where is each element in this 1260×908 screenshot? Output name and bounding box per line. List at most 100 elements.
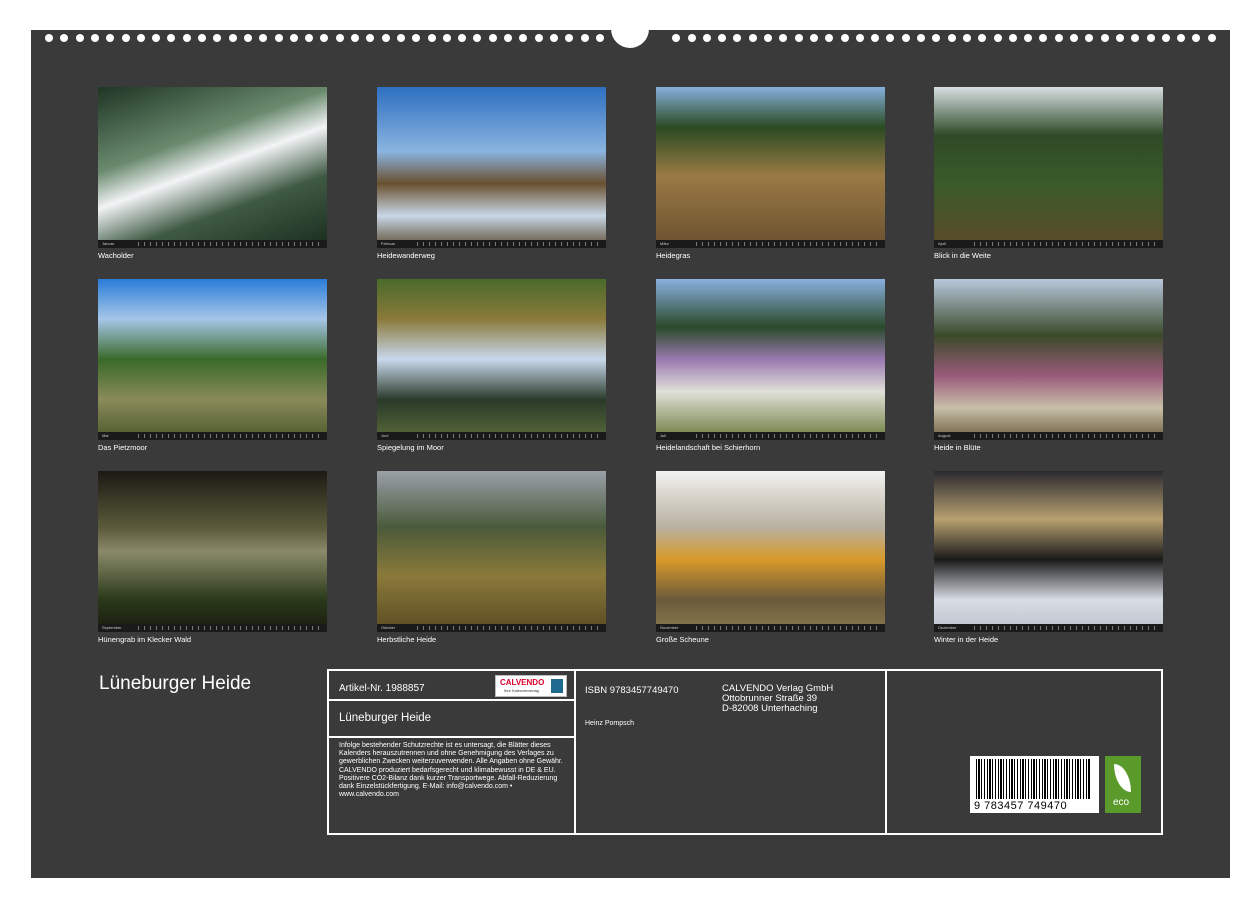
binding-hole	[779, 34, 787, 42]
day-ticks	[974, 242, 1157, 246]
month-strip: April	[934, 240, 1163, 248]
month-strip: Oktober	[377, 624, 606, 632]
month-label: März	[660, 241, 669, 246]
binding-hole	[275, 34, 283, 42]
binding-hole	[122, 34, 130, 42]
binding-hole	[76, 34, 84, 42]
binding-hole	[213, 34, 221, 42]
barcode: 9 783457 749470	[970, 756, 1099, 813]
month-strip: März	[656, 240, 885, 248]
binding-hole	[856, 34, 864, 42]
binding-hole	[351, 34, 359, 42]
photo-caption: Herbstliche Heide	[377, 635, 606, 644]
photo-caption: Heidelandschaft bei Schierhorn	[656, 443, 885, 452]
binding-hole	[1024, 34, 1032, 42]
month-label: Januar	[102, 241, 114, 246]
binding-hole	[137, 34, 145, 42]
binding-hole	[183, 34, 191, 42]
month-strip: August	[934, 432, 1163, 440]
calendar-photo: Juni	[377, 279, 606, 440]
binding-hole	[397, 34, 405, 42]
binding-hole	[978, 34, 986, 42]
binding-hole	[917, 34, 925, 42]
binding-hole	[91, 34, 99, 42]
binding-hole	[733, 34, 741, 42]
binding-hole	[320, 34, 328, 42]
publisher-address: CALVENDO Verlag GmbH Ottobrunner Straße …	[722, 684, 833, 714]
day-ticks	[417, 626, 600, 630]
binding-hole	[1009, 34, 1017, 42]
binding-hole	[366, 34, 374, 42]
binding-hole	[336, 34, 344, 42]
binding-hole	[45, 34, 53, 42]
photo-caption: Winter in der Heide	[934, 635, 1163, 644]
month-strip: September	[98, 624, 327, 632]
divider	[574, 671, 576, 833]
month-strip: Juni	[377, 432, 606, 440]
calendar-photo: April	[934, 87, 1163, 248]
photo-caption: Blick in die Weite	[934, 251, 1163, 260]
binding-hole	[581, 34, 589, 42]
binding-hole	[290, 34, 298, 42]
photo-caption: Das Pietzmoor	[98, 443, 327, 452]
calendar-photo: März	[656, 87, 885, 248]
photo-caption: Heidewanderweg	[377, 251, 606, 260]
photo-caption: Heidegras	[656, 251, 885, 260]
calvendo-logo: CALVENDO Ihre Kalenderverlag	[495, 675, 567, 697]
binding-hole	[428, 34, 436, 42]
binding-hole	[749, 34, 757, 42]
month-label: Februar	[381, 241, 395, 246]
divider	[329, 699, 574, 701]
binding-hole	[825, 34, 833, 42]
month-label: November	[660, 625, 678, 630]
divider	[329, 736, 574, 738]
logo-mark-icon	[551, 679, 563, 693]
month-label: Juni	[381, 433, 388, 438]
day-ticks	[974, 434, 1157, 438]
binding-hole	[810, 34, 818, 42]
day-ticks	[696, 242, 879, 246]
binding-hole	[535, 34, 543, 42]
isbn: ISBN 9783457749470	[585, 685, 679, 696]
month-strip: Mai	[98, 432, 327, 440]
binding-hole	[229, 34, 237, 42]
day-ticks	[696, 626, 879, 630]
binding-hole	[412, 34, 420, 42]
calendar-title: Lüneburger Heide	[99, 673, 251, 695]
month-label: Mai	[102, 433, 108, 438]
calendar-photo: Januar	[98, 87, 327, 248]
binding-hole	[1131, 34, 1139, 42]
binding-hole	[1192, 34, 1200, 42]
binding-hole	[1162, 34, 1170, 42]
month-label: Oktober	[381, 625, 395, 630]
month-label: April	[938, 241, 946, 246]
article-number: Artikel-Nr. 1988857	[339, 683, 425, 694]
photo-caption: Spiegelung im Moor	[377, 443, 606, 452]
month-strip: Februar	[377, 240, 606, 248]
product-info-box: Artikel-Nr. 1988857 CALVENDO Ihre Kalend…	[327, 669, 1163, 835]
barcode-bars	[976, 759, 1090, 799]
month-strip: Dezember	[934, 624, 1163, 632]
binding-hole	[198, 34, 206, 42]
photo-caption: Hünengrab im Klecker Wald	[98, 635, 327, 644]
binding-hole	[795, 34, 803, 42]
binding-hole	[1101, 34, 1109, 42]
binding-hole	[519, 34, 527, 42]
day-ticks	[696, 434, 879, 438]
author: Heinz Pompsch	[585, 720, 634, 727]
calendar-photo: Mai	[98, 279, 327, 440]
calendar-photo: November	[656, 471, 885, 632]
binding-hole	[473, 34, 481, 42]
binding-hole	[688, 34, 696, 42]
photo-caption: Wacholder	[98, 251, 327, 260]
binding-hole	[841, 34, 849, 42]
binding-hole	[565, 34, 573, 42]
calendar-photo: Dezember	[934, 471, 1163, 632]
binding-hole	[994, 34, 1002, 42]
month-strip: Juli	[656, 432, 885, 440]
binding-hole	[871, 34, 879, 42]
legal-notice: Infolge bestehender Schutzrechte ist es …	[339, 742, 571, 799]
binding-hole	[902, 34, 910, 42]
leaf-icon	[1114, 764, 1131, 792]
eco-badge: eco	[1105, 756, 1141, 813]
